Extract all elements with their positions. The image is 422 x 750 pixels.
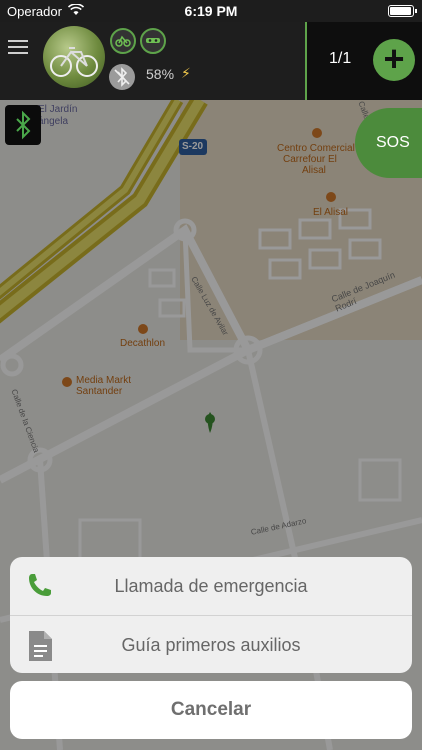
bike-badge-icon[interactable]	[110, 28, 136, 54]
battery-fill	[390, 7, 411, 15]
clock: 6:19 PM	[184, 3, 238, 19]
first-aid-guide-label: Guía primeros auxilios	[121, 635, 301, 655]
sos-button[interactable]: SOS	[355, 108, 422, 178]
group-panel: 1/1 +	[305, 22, 422, 100]
bluetooth-off-icon	[109, 64, 135, 90]
emergency-call-label: Llamada de emergencia	[114, 576, 308, 596]
avatar[interactable]	[43, 26, 105, 88]
action-sheet: Llamada de emergencia Guía primeros auxi…	[10, 557, 412, 673]
cancel-button[interactable]: Cancelar	[10, 681, 412, 739]
group-counter: 1/1	[329, 50, 352, 67]
mask-badge-icon[interactable]	[140, 28, 166, 54]
status-bar: Operador 6:19 PM	[0, 0, 422, 22]
device-battery-percent: 58%	[146, 66, 175, 82]
emergency-call-option[interactable]: Llamada de emergencia	[10, 557, 412, 615]
bluetooth-icon[interactable]	[5, 105, 41, 145]
battery-icon	[388, 5, 417, 17]
menu-icon[interactable]	[8, 40, 28, 54]
app-header: 58% ⚡ 1/1 +	[0, 22, 422, 100]
first-aid-guide-option[interactable]: Guía primeros auxilios	[10, 615, 412, 673]
charging-bolt-icon: ⚡	[181, 65, 191, 81]
add-button[interactable]: +	[373, 39, 415, 81]
